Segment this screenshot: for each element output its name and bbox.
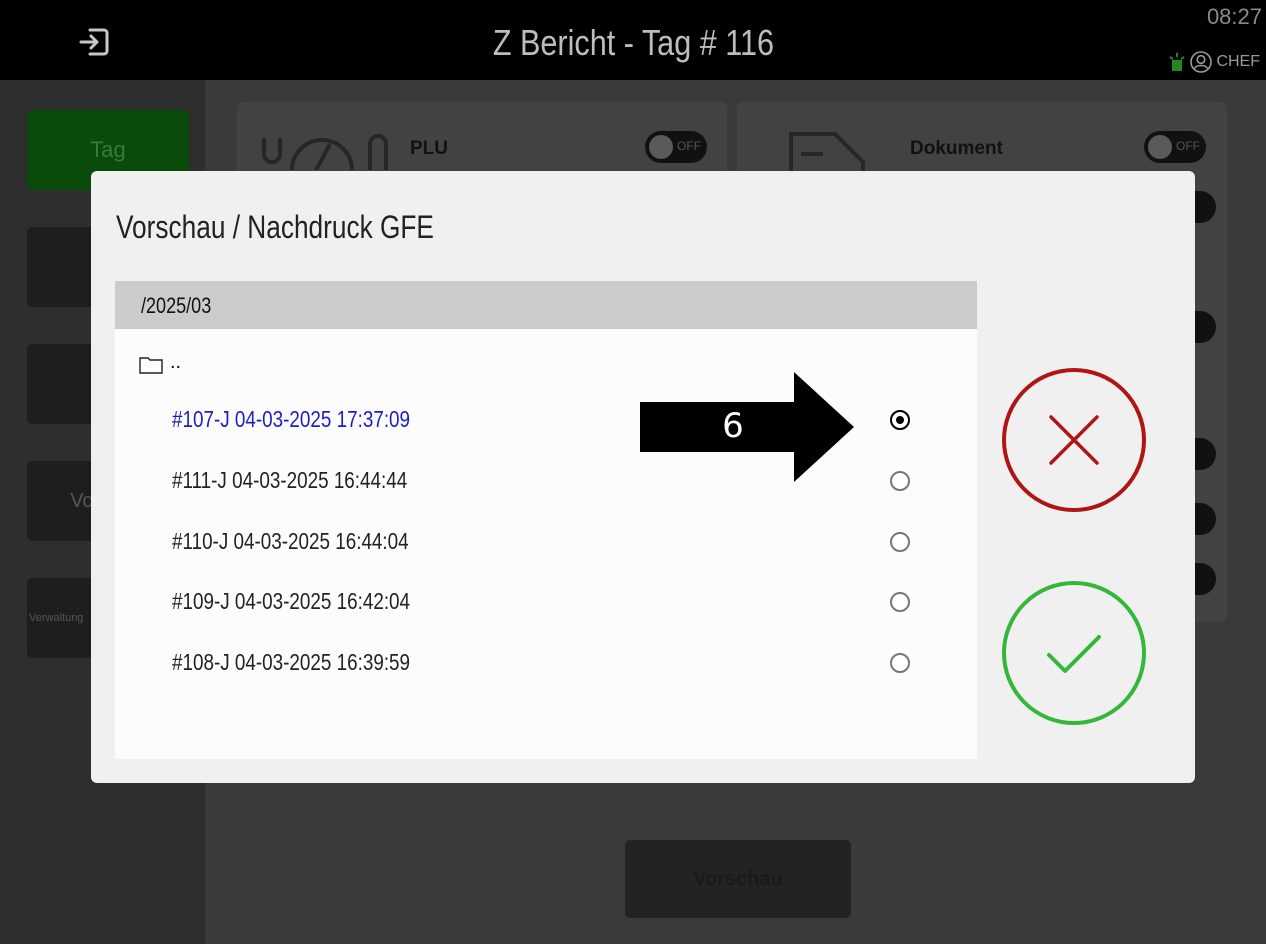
radio-button[interactable]	[890, 410, 910, 430]
check-icon	[1047, 635, 1101, 673]
alarm-bell-icon	[1169, 53, 1185, 71]
dokument-toggle[interactable]: OFF	[1144, 131, 1206, 163]
list-item[interactable]: #110-J 04-03-2025 16:44:04	[115, 512, 977, 572]
annotation-label: 6	[722, 406, 744, 446]
preview-button[interactable]: Vorschau	[625, 840, 851, 918]
top-bar: Z Bericht - Tag # 116 08:27 CHEF	[0, 0, 1266, 80]
radio-button[interactable]	[890, 532, 910, 552]
user-name: CHEF	[1216, 53, 1260, 70]
confirm-button[interactable]	[1001, 580, 1147, 726]
list-item[interactable]: #108-J 04-03-2025 16:39:59	[115, 633, 977, 693]
plu-toggle[interactable]: OFF	[645, 131, 707, 163]
list-item-label: #109-J 04-03-2025 16:42:04	[172, 588, 411, 614]
current-path: /2025/03	[141, 293, 212, 318]
parent-folder-link[interactable]: ..	[170, 351, 181, 374]
user-icon[interactable]	[1190, 51, 1213, 73]
dokument-label: Dokument	[910, 138, 1003, 159]
clock: 08:27	[1206, 4, 1262, 29]
list-item[interactable]: #109-J 04-03-2025 16:42:04	[115, 572, 977, 632]
list-item-label: #111-J 04-03-2025 16:44:44	[172, 467, 408, 493]
close-icon	[1049, 415, 1099, 465]
radio-button[interactable]	[890, 653, 910, 673]
dialog-title: Vorschau / Nachdruck GFE	[116, 209, 434, 245]
radio-button[interactable]	[890, 471, 910, 491]
list-item-label: #110-J 04-03-2025 16:44:04	[172, 528, 409, 554]
path-bar: /2025/03	[115, 281, 977, 329]
page-title: Z Bericht - Tag # 116	[492, 22, 774, 63]
file-browser: /2025/03 .. #107-J 04-03-2025 17:37:09 #…	[115, 281, 977, 759]
list-item-label: #108-J 04-03-2025 16:39:59	[172, 649, 411, 675]
cancel-button[interactable]	[1001, 367, 1147, 513]
user-status: CHEF	[1168, 50, 1260, 74]
folder-icon[interactable]	[139, 356, 163, 374]
radio-button[interactable]	[890, 592, 910, 612]
plu-label: PLU	[410, 138, 448, 159]
list-item-label: #107-J 04-03-2025 17:37:09	[172, 406, 411, 432]
document-icon	[789, 132, 865, 172]
plu-icon	[262, 134, 388, 170]
